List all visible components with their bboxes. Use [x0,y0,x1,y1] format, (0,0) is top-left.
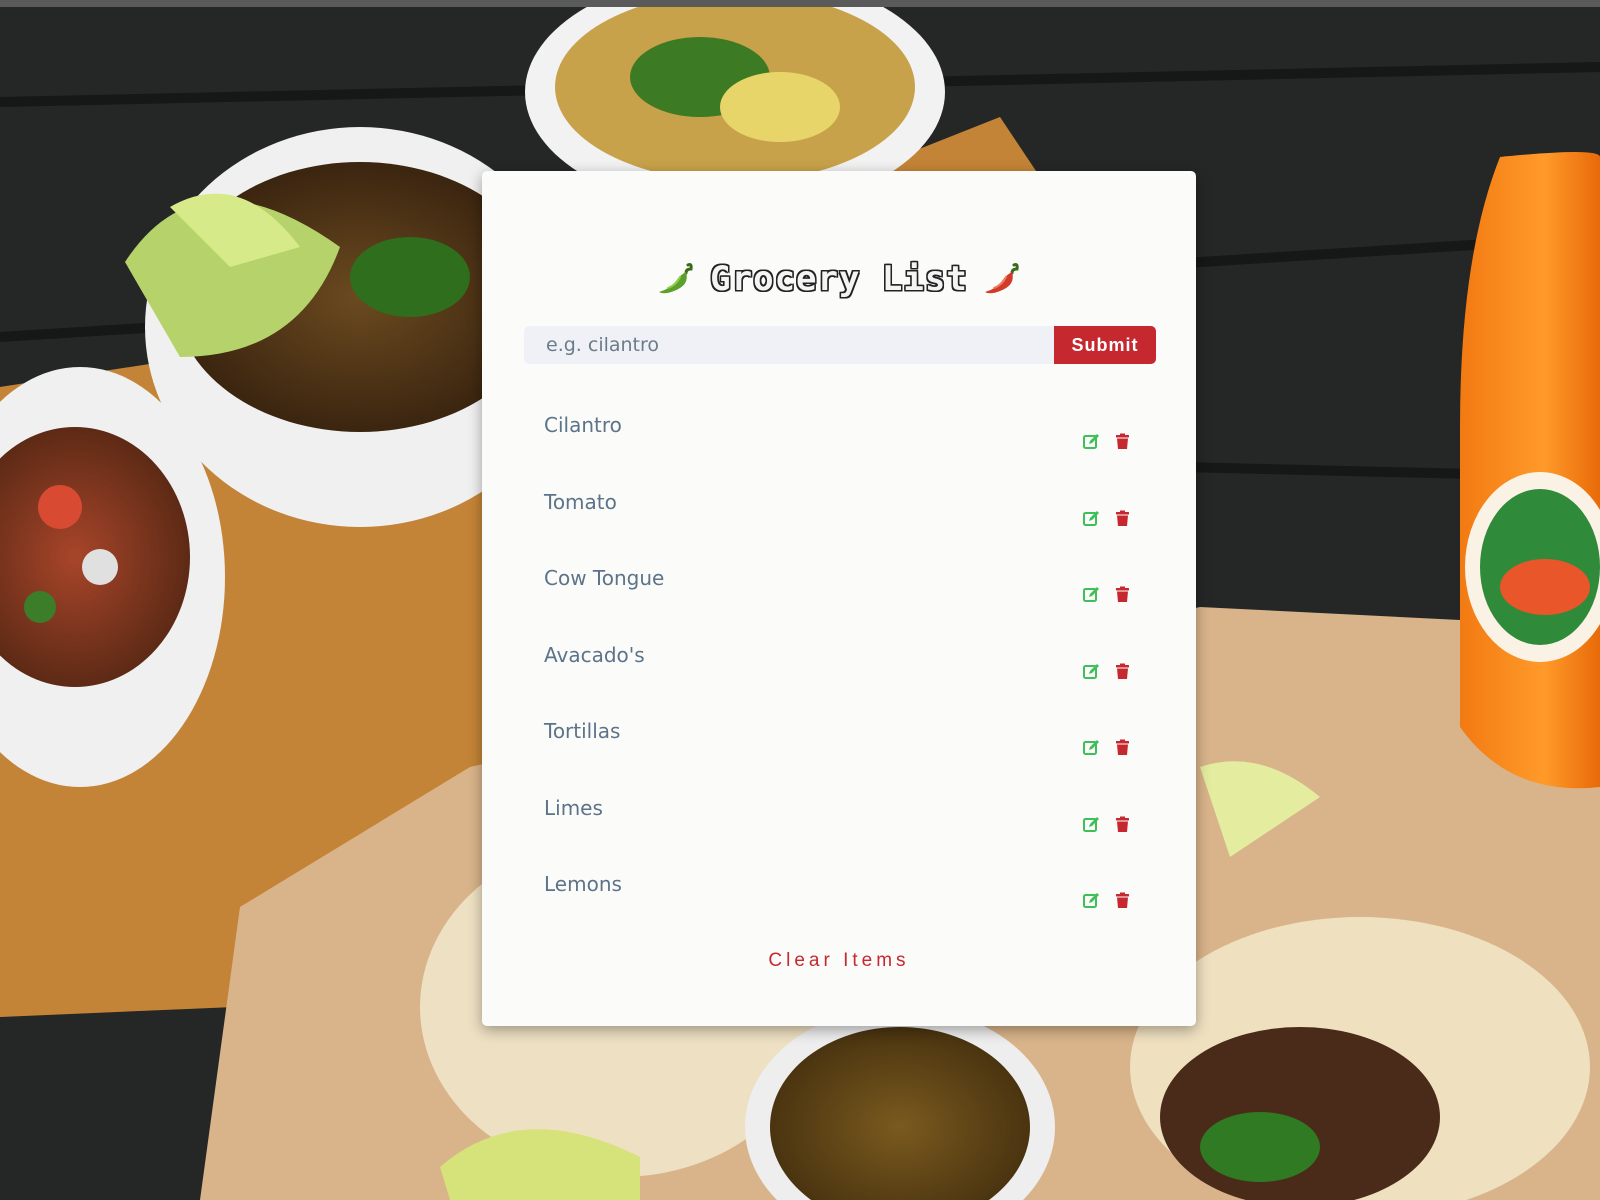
list-item: Avacado's [544,630,1144,707]
add-item-form: Submit [524,326,1156,364]
item-actions [1083,586,1131,603]
item-input[interactable] [524,326,1054,364]
trash-icon[interactable] [1114,586,1131,603]
edit-icon[interactable] [1083,433,1100,450]
trash-icon[interactable] [1114,433,1131,450]
trash-icon[interactable] [1114,510,1131,527]
page-title: Grocery List [710,259,968,299]
edit-icon[interactable] [1083,816,1100,833]
trash-icon[interactable] [1114,816,1131,833]
edit-icon[interactable] [1083,892,1100,909]
submit-button[interactable]: Submit [1054,326,1156,364]
item-label: Limes [544,795,603,820]
edit-icon[interactable] [1083,510,1100,527]
green-chili-pepper-icon [656,259,696,299]
item-actions [1083,433,1131,450]
list-item: Tomato [544,477,1144,554]
item-actions [1083,739,1131,756]
grocery-list: Cilantro Tomato Cow Tongue Avacado's Tor… [544,400,1144,936]
clear-items-button[interactable]: Clear Items [482,949,1196,973]
item-actions [1083,892,1131,909]
edit-icon[interactable] [1083,663,1100,680]
page: Grocery List Submit Cilantro [0,0,1600,1200]
item-label: Cow Tongue [544,566,665,590]
trash-icon[interactable] [1114,663,1131,680]
trash-icon[interactable] [1114,739,1131,756]
item-actions [1083,510,1131,527]
item-label: Cilantro [544,413,622,437]
item-label: Lemons [544,872,622,896]
title-row: Grocery List [482,255,1196,303]
list-item: Cow Tongue [544,553,1144,630]
item-label: Avacado's [544,642,645,667]
list-item: Cilantro [544,400,1144,477]
item-label: Tomato [544,489,617,514]
edit-icon[interactable] [1083,586,1100,603]
item-actions [1083,663,1131,680]
list-item: Tortillas [544,706,1144,783]
grocery-card: Grocery List Submit Cilantro [482,171,1196,1026]
red-chili-pepper-icon [982,259,1022,299]
trash-icon[interactable] [1114,892,1131,909]
item-label: Tortillas [544,719,621,743]
list-item: Lemons [544,859,1144,936]
browser-top-bar [0,0,1600,7]
list-item: Limes [544,783,1144,860]
edit-icon[interactable] [1083,739,1100,756]
item-actions [1083,816,1131,833]
